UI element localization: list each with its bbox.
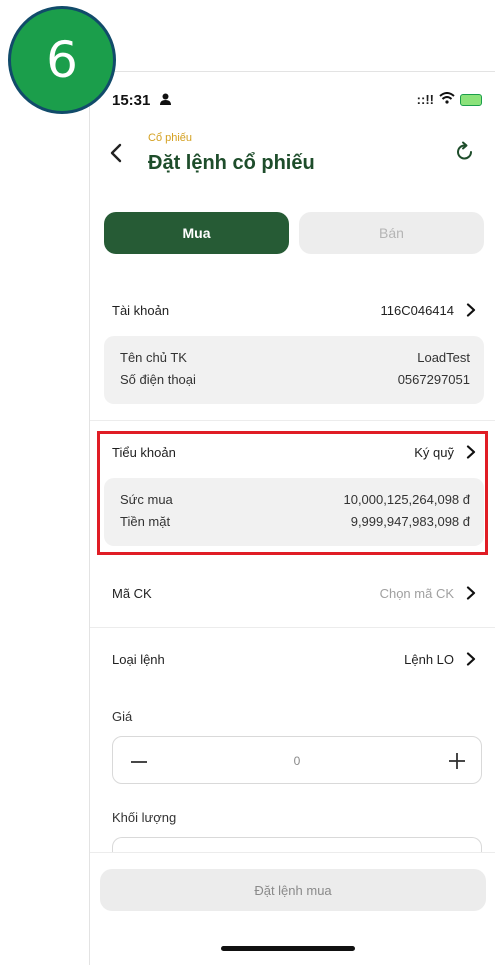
- breadcrumb: Cổ phiếu: [148, 132, 193, 144]
- plus-icon[interactable]: [447, 751, 467, 771]
- account-holder-label: Tên chủ TK: [120, 350, 187, 365]
- tab-buy[interactable]: Mua: [104, 212, 289, 254]
- status-bar: 15:31 ::!!: [112, 92, 482, 114]
- quantity-label: Khối lượng: [112, 810, 177, 825]
- refresh-icon[interactable]: [454, 140, 476, 162]
- place-buy-order-button[interactable]: Đặt lệnh mua: [100, 869, 486, 911]
- order-type-row[interactable]: Loại lệnh Lệnh LO: [112, 647, 476, 671]
- symbol-placeholder: Chọn mã CK: [379, 585, 454, 601]
- phone-number-line: Số điện thoại 0567297051: [120, 372, 470, 387]
- chevron-right-icon: [466, 303, 476, 317]
- price-value[interactable]: 0: [113, 754, 481, 768]
- price-label: Giá: [112, 709, 133, 724]
- divider: [90, 627, 495, 628]
- divider: [90, 420, 495, 421]
- account-label: Tài khoản: [112, 302, 170, 318]
- highlight-box: [97, 431, 488, 555]
- chevron-right-icon: [466, 652, 476, 666]
- person-icon: [160, 93, 171, 108]
- status-time: 15:31: [112, 92, 151, 109]
- status-icons: ::!!: [417, 92, 482, 107]
- step-number: 6: [46, 31, 78, 89]
- symbol-row[interactable]: Mã CK Chọn mã CK: [112, 581, 476, 605]
- order-type-value: Lệnh LO: [404, 651, 454, 667]
- bottom-bar: Đặt lệnh mua: [90, 852, 495, 965]
- price-stepper[interactable]: 0: [112, 736, 482, 784]
- account-row[interactable]: Tài khoản 116C046414: [112, 298, 476, 322]
- signal-icon: ::!!: [416, 92, 434, 107]
- order-side-tabs: Mua Bán: [104, 212, 484, 254]
- chevron-left-icon[interactable]: [104, 140, 130, 166]
- step-number-badge: 6: [8, 6, 116, 114]
- phone-number-label: Số điện thoại: [120, 372, 196, 387]
- order-type-label: Loại lệnh: [112, 651, 165, 667]
- tab-sell[interactable]: Bán: [299, 212, 484, 254]
- phone-number-value: 0567297051: [397, 372, 470, 387]
- account-holder-line: Tên chủ TK LoadTest: [120, 350, 470, 365]
- battery-charging-icon: [460, 93, 482, 106]
- phone-screen: 15:31 ::!! Cổ phiếu Đặt lệnh cổ phiếu Mu…: [89, 71, 495, 965]
- chevron-right-icon: [466, 586, 476, 600]
- page-title: Đặt lệnh cổ phiếu: [148, 152, 315, 174]
- symbol-label: Mã CK: [112, 585, 152, 601]
- header: Cổ phiếu Đặt lệnh cổ phiếu: [90, 130, 495, 190]
- wifi-icon: [439, 92, 455, 107]
- home-indicator: [221, 946, 355, 951]
- account-holder-value: LoadTest: [417, 350, 470, 365]
- account-info-box: Tên chủ TK LoadTest Số điện thoại 056729…: [104, 336, 484, 404]
- account-value: 116C046414: [380, 302, 455, 318]
